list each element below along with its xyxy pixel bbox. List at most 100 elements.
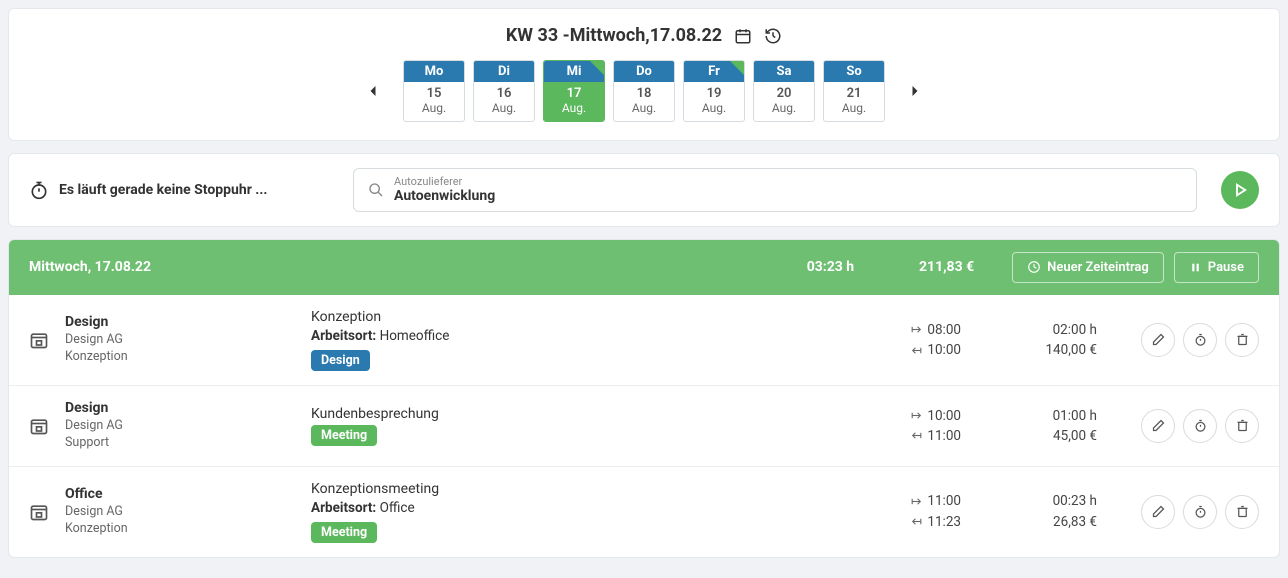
entry-workplace: Arbeitsort: Homeoffice — [311, 328, 835, 344]
entry-type-icon — [29, 416, 49, 436]
day-marker — [730, 61, 744, 75]
entry-tag: Design — [311, 350, 370, 371]
entry-details: Konzeption Arbeitsort: Homeoffice Design — [311, 309, 835, 371]
arrow-in-icon — [910, 515, 923, 528]
entry-project: Office Design AG Konzeption — [65, 486, 295, 538]
entry-type-icon — [29, 330, 49, 350]
search-icon — [368, 182, 384, 198]
entry-tag: Meeting — [311, 425, 377, 446]
day-month: Aug. — [824, 101, 884, 121]
end-time: 11:23 — [927, 512, 961, 532]
day-number: 19 — [684, 82, 744, 101]
arrow-out-icon — [910, 323, 923, 336]
start-time: 11:00 — [927, 491, 961, 511]
entry-project-name: Konzeption — [65, 521, 295, 538]
restart-timer-button[interactable] — [1183, 495, 1217, 529]
edit-button[interactable] — [1141, 495, 1175, 529]
day-cell[interactable]: Mi 17 Aug. — [543, 60, 605, 122]
entry-project-name: Konzeption — [65, 349, 295, 366]
entry-project: Design Design AG Konzeption — [65, 314, 295, 366]
total-amount: 211,83 € — [854, 259, 974, 275]
stopwatch-card: Es läuft gerade keine Stoppuhr ... Autoz… — [8, 153, 1280, 227]
arrow-out-icon — [910, 409, 923, 422]
delete-button[interactable] — [1225, 495, 1259, 529]
history-icon[interactable] — [764, 27, 782, 45]
entry-title: Design — [65, 314, 295, 330]
time-entry-row: Office Design AG Konzeption Konzeptionsm… — [9, 467, 1279, 557]
start-time: 08:00 — [927, 320, 961, 340]
day-cell[interactable]: Do 18 Aug. — [613, 60, 675, 122]
stopwatch-text: Es läuft gerade keine Stoppuhr ... — [59, 182, 267, 198]
day-month: Aug. — [614, 101, 674, 121]
day-month: Aug. — [684, 101, 744, 121]
day-cell[interactable]: Sa 20 Aug. — [753, 60, 815, 122]
total-hours: 03:23 h — [734, 259, 854, 275]
day-cell[interactable]: Di 16 Aug. — [473, 60, 535, 122]
calendar-icon[interactable] — [734, 27, 752, 45]
entry-actions — [1141, 495, 1259, 529]
time-entry-row: Design Design AG Support Kundenbesprechu… — [9, 386, 1279, 467]
time-entry-row: Design Design AG Konzeption Konzeption A… — [9, 295, 1279, 386]
arrow-out-icon — [910, 495, 923, 508]
day-marker — [590, 61, 604, 75]
day-of-week: So — [824, 61, 884, 82]
week-strip: Mo 15 Aug. Di 16 Aug. Mi 17 Aug. Do 18 A… — [29, 60, 1259, 122]
stopwatch-icon — [29, 180, 49, 200]
day-of-week: Do — [614, 61, 674, 82]
day-cell[interactable]: Fr 19 Aug. — [683, 60, 745, 122]
day-of-week: Sa — [754, 61, 814, 82]
delete-button[interactable] — [1225, 409, 1259, 443]
pause-button[interactable]: Pause — [1174, 252, 1259, 283]
entry-description: Konzeption — [311, 309, 835, 325]
day-cell[interactable]: Mo 15 Aug. — [403, 60, 465, 122]
day-number: 16 — [474, 82, 534, 101]
search-main: Autoenwicklung — [394, 188, 495, 205]
restart-timer-button[interactable] — [1183, 409, 1217, 443]
day-of-week: Mo — [404, 61, 464, 82]
title-text: KW 33 -Mittwoch,17.08.22 — [506, 25, 722, 46]
start-time: 10:00 — [927, 406, 961, 426]
entry-workplace: Arbeitsort: Office — [311, 500, 835, 516]
entry-actions — [1141, 323, 1259, 357]
entry-tag: Meeting — [311, 522, 377, 543]
day-cell[interactable]: So 21 Aug. — [823, 60, 885, 122]
pause-icon — [1189, 261, 1202, 274]
delete-button[interactable] — [1225, 323, 1259, 357]
edit-button[interactable] — [1141, 409, 1175, 443]
entry-org: Design AG — [65, 332, 295, 349]
day-number: 18 — [614, 82, 674, 101]
day-number: 17 — [544, 82, 604, 101]
prev-week-button[interactable] — [359, 77, 387, 105]
day-month: Aug. — [754, 101, 814, 121]
new-entry-button[interactable]: Neuer Zeiteintrag — [1012, 252, 1164, 283]
clock-icon — [1027, 260, 1041, 274]
search-supertitle: Autozulieferer — [394, 175, 495, 188]
arrow-in-icon — [910, 429, 923, 442]
entry-project-name: Support — [65, 435, 295, 452]
day-number: 21 — [824, 82, 884, 101]
pause-label: Pause — [1208, 260, 1244, 275]
restart-timer-button[interactable] — [1183, 323, 1217, 357]
entry-summary: 02:00 h 140,00 € — [977, 320, 1097, 361]
entries-card: Mittwoch, 17.08.22 03:23 h 211,83 € Neue… — [8, 239, 1280, 558]
project-search[interactable]: Autozulieferer Autoenwicklung — [353, 168, 1197, 212]
entry-duration: 00:23 h — [977, 491, 1097, 511]
day-month: Aug. — [404, 101, 464, 121]
next-week-button[interactable] — [901, 77, 929, 105]
stopwatch-status: Es läuft gerade keine Stoppuhr ... — [29, 180, 329, 200]
entry-description: Konzeptionsmeeting — [311, 481, 835, 497]
entry-duration: 02:00 h — [977, 320, 1097, 340]
edit-button[interactable] — [1141, 323, 1175, 357]
entry-times: 10:00 11:00 — [851, 406, 961, 447]
new-entry-label: Neuer Zeiteintrag — [1047, 260, 1149, 275]
entry-times: 11:00 11:23 — [851, 491, 961, 532]
start-timer-button[interactable] — [1221, 171, 1259, 209]
day-month: Aug. — [474, 101, 534, 121]
entry-type-icon — [29, 502, 49, 522]
entry-summary: 00:23 h 26,83 € — [977, 491, 1097, 532]
entry-org: Design AG — [65, 504, 295, 521]
entry-times: 08:00 10:00 — [851, 320, 961, 361]
day-month: Aug. — [544, 101, 604, 121]
end-time: 11:00 — [927, 426, 961, 446]
entry-project: Design Design AG Support — [65, 400, 295, 452]
